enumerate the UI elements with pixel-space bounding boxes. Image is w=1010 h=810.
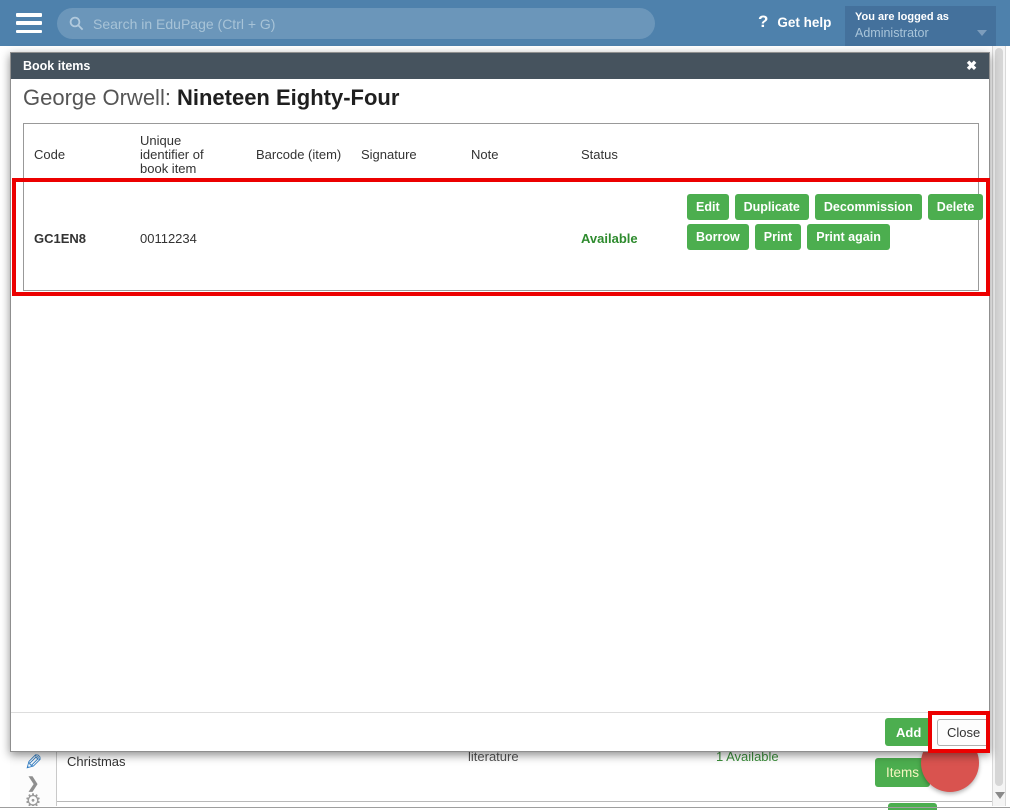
action-button-edit[interactable]: Edit: [687, 194, 729, 220]
action-button-print-again[interactable]: Print again: [807, 224, 890, 250]
scrollbar-thumb[interactable]: [995, 48, 1003, 786]
screen: ✎ ❯ ⚙ Christmas literature 1 Available I…: [0, 0, 1010, 810]
cell-unique-identifier: 00112234: [140, 231, 197, 246]
col-header-status: Status: [581, 147, 618, 162]
col-header-code: Code: [34, 147, 66, 162]
user-name: Administrator: [855, 26, 929, 40]
logged-as-label: You are logged as: [855, 11, 949, 23]
action-button-delete[interactable]: Delete: [927, 194, 984, 220]
action-button-borrow[interactable]: Borrow: [687, 224, 749, 250]
close-button[interactable]: Close: [937, 719, 991, 746]
page-scrollbar[interactable]: [992, 46, 1006, 806]
search-input[interactable]: [93, 15, 643, 32]
left-sidebar: ✎ ❯ ⚙: [10, 746, 57, 806]
row-actions-line1: Edit Duplicate Decommission Delete: [687, 194, 984, 220]
cell-code: GC1EN8: [34, 231, 87, 246]
get-help-button[interactable]: ? Get help: [758, 12, 831, 32]
col-header-barcode: Barcode (item): [256, 147, 342, 162]
chevron-right-icon[interactable]: ❯: [27, 776, 40, 792]
scroll-down-arrow-icon[interactable]: [995, 792, 1005, 799]
page-title: George Orwell: Nineteen Eighty-Four: [23, 85, 399, 111]
close-icon[interactable]: ✖: [966, 53, 977, 79]
chevron-down-icon: [977, 30, 987, 36]
action-button-print[interactable]: Print: [754, 224, 802, 250]
topbar: ? Get help You are logged as Administrat…: [0, 0, 1010, 46]
book-items-modal: Book items ✖ George Orwell: Nineteen Eigh…: [10, 52, 991, 752]
gear-icon[interactable]: ⚙: [24, 792, 41, 807]
col-header-unique-identifier: Unique identifier of book item: [140, 133, 204, 176]
get-help-label: Get help: [777, 14, 832, 30]
action-button-duplicate[interactable]: Duplicate: [734, 194, 809, 220]
modal-title: Book items: [23, 59, 91, 73]
book-title: Nineteen Eighty-Four: [176, 85, 400, 110]
col-header-signature: Signature: [361, 147, 417, 162]
user-menu[interactable]: You are logged as Administrator: [845, 6, 996, 46]
menu-icon[interactable]: [16, 13, 42, 33]
add-button[interactable]: Add: [885, 718, 933, 746]
question-mark-icon: ?: [758, 12, 769, 31]
pen-icon[interactable]: ✎: [24, 750, 42, 776]
search-box[interactable]: [57, 8, 655, 39]
bg-row-title: Christmas: [67, 754, 126, 769]
search-icon: [69, 16, 84, 31]
status-badge: Available: [581, 231, 638, 246]
modal-header: Book items ✖: [11, 53, 989, 79]
footer-divider: [11, 712, 989, 713]
items-table: Code Unique identifier of book item Barc…: [23, 123, 984, 291]
book-author: George Orwell:: [23, 85, 171, 110]
action-button-decommission[interactable]: Decommission: [814, 194, 922, 220]
col-header-note: Note: [471, 147, 499, 162]
window-bottom-edge: [0, 807, 1010, 808]
row-actions-line2: Borrow Print Print again: [687, 224, 890, 250]
row-divider: [57, 801, 1006, 802]
